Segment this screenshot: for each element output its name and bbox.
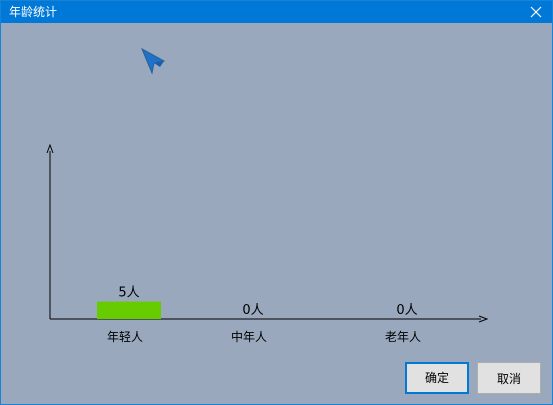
age-bar-chart: 5人年轻人 0人中年人 0人老年人 — [46, 143, 489, 344]
category-label-1: 中年人 — [231, 329, 267, 344]
age-stats-window: 年龄统计 5人年轻人 0人中年人 0人老年人 确定 取消 — [0, 0, 553, 405]
title-bar[interactable]: 年龄统计 — [1, 1, 552, 23]
close-icon — [530, 6, 542, 18]
bar-0 — [97, 301, 161, 319]
data-label-2: 0人 — [396, 303, 417, 318]
window-title: 年龄统计 — [9, 5, 58, 19]
cancel-button[interactable]: 取消 — [477, 362, 541, 394]
data-label-1: 0人 — [242, 303, 263, 318]
data-label-0: 5人 — [118, 286, 139, 301]
client-area: 5人年轻人 0人中年人 0人老年人 确定 取消 — [1, 23, 552, 404]
category-label-2: 老年人 — [385, 330, 421, 344]
ok-button[interactable]: 确定 — [405, 362, 469, 394]
close-button[interactable] — [520, 1, 552, 23]
category-label-0: 年轻人 — [107, 330, 143, 344]
